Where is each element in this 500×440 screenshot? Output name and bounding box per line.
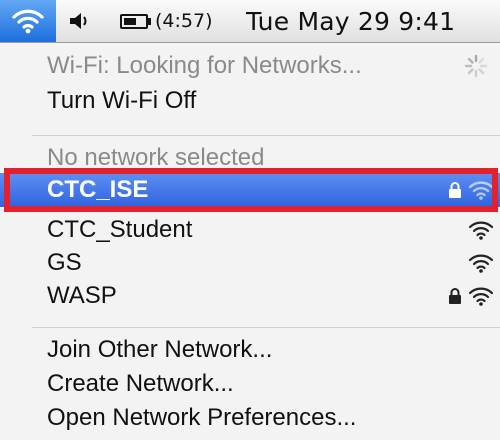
open-network-preferences-label: Open Network Preferences...	[47, 404, 357, 431]
lock-icon	[449, 182, 461, 198]
turn-wifi-off-item[interactable]: Turn Wi-Fi Off	[0, 84, 500, 118]
create-network-item[interactable]: Create Network...	[0, 367, 500, 401]
open-network-preferences-item[interactable]: Open Network Preferences...	[0, 401, 500, 435]
create-network-label: Create Network...	[47, 370, 234, 397]
join-other-network-item[interactable]: Join Other Network...	[0, 333, 500, 367]
menubar-clock[interactable]: Tue May 29 9:41	[246, 0, 455, 42]
menu-separator	[32, 135, 500, 136]
network-name: CTC_Student	[47, 216, 193, 243]
spinner-icon	[464, 54, 488, 78]
wifi-menu-extra[interactable]	[0, 0, 56, 42]
network-item-wasp[interactable]: WASP	[0, 279, 500, 313]
menu-bar: (4:57) Tue May 29 9:41	[0, 0, 500, 43]
volume-menu-extra[interactable]	[68, 0, 90, 42]
lock-icon	[449, 288, 461, 304]
wifi-dropdown-menu: Wi-Fi: Looking for Networks... Turn Wi-F…	[0, 43, 500, 440]
turn-wifi-off-label: Turn Wi-Fi Off	[47, 87, 197, 114]
speaker-icon	[70, 13, 87, 29]
join-other-network-label: Join Other Network...	[47, 336, 273, 363]
wifi-signal-icon	[468, 287, 494, 306]
no-network-label: No network selected	[47, 144, 265, 171]
wifi-signal-icon	[468, 254, 494, 273]
network-name: GS	[47, 249, 82, 276]
wifi-signal-icon	[468, 221, 494, 240]
wifi-signal-icon	[468, 181, 494, 200]
no-network-header: No network selected	[0, 141, 500, 175]
battery-time: (4:57)	[155, 10, 213, 32]
menu-separator	[32, 327, 500, 328]
network-name: WASP	[47, 282, 117, 309]
network-item-ctc-ise[interactable]: CTC_ISE	[0, 173, 500, 207]
battery-icon	[120, 13, 148, 29]
network-item-ctc-student[interactable]: CTC_Student	[0, 213, 500, 247]
network-name: CTC_ISE	[47, 176, 149, 203]
wifi-status-label: Wi-Fi: Looking for Networks...	[47, 52, 362, 79]
wifi-icon	[12, 9, 44, 34]
wifi-status-item: Wi-Fi: Looking for Networks...	[0, 49, 500, 83]
battery-menu-extra[interactable]: (4:57)	[120, 0, 213, 42]
network-item-gs[interactable]: GS	[0, 246, 500, 280]
